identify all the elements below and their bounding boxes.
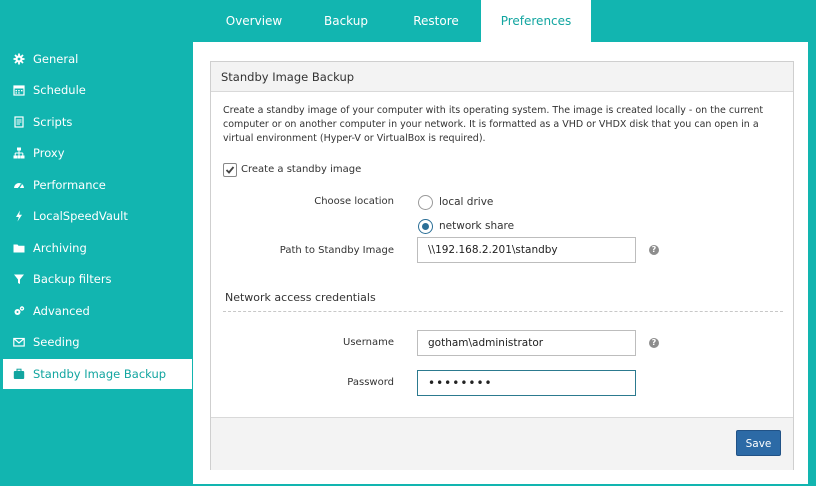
gear-icon <box>13 53 25 65</box>
right-edge-bar <box>808 0 816 486</box>
sidebar-item-archiving[interactable]: Archiving <box>3 233 192 263</box>
checkmark-icon <box>225 166 235 174</box>
path-input[interactable] <box>417 237 636 263</box>
password-input[interactable] <box>417 370 636 396</box>
sidebar-item-standby-image-backup[interactable]: Standby Image Backup <box>3 359 192 389</box>
network-share-label: network share <box>439 220 515 232</box>
credentials-section-label: Network access credentials <box>225 291 376 304</box>
envelope-icon <box>13 337 25 347</box>
standby-image-panel: Standby Image Backup Create a standby im… <box>210 61 794 470</box>
network-icon <box>13 147 25 159</box>
sidebar-item-advanced[interactable]: Advanced <box>3 296 192 326</box>
panel-description: Create a standby image of your computer … <box>223 105 764 144</box>
password-label: Password <box>347 377 394 388</box>
sidebar-item-label: Performance <box>33 178 106 192</box>
sidebar-item-label: Backup filters <box>33 272 112 286</box>
tab-backup[interactable]: Backup <box>300 0 392 42</box>
sidebar-item-label: General <box>33 52 79 66</box>
sidebar-item-performance[interactable]: Performance <box>3 170 192 200</box>
lightning-icon <box>16 210 22 222</box>
sidebar-item-label: Standby Image Backup <box>33 367 167 381</box>
document-icon <box>14 116 24 128</box>
tab-preferences[interactable]: Preferences <box>481 0 591 42</box>
choose-location-label: Choose location <box>314 196 394 207</box>
sidebar-item-schedule[interactable]: Schedule <box>3 75 192 105</box>
sidebar-item-localspeedvault[interactable]: LocalSpeedVault <box>3 201 192 231</box>
panel-title: Standby Image Backup <box>221 70 355 84</box>
sidebar-item-seeding[interactable]: Seeding <box>3 327 192 357</box>
sidebar-item-backup-filters[interactable]: Backup filters <box>3 264 192 294</box>
sidebar-item-label: Scripts <box>33 115 73 129</box>
username-help-icon[interactable]: ? <box>649 338 659 348</box>
sidebar-item-label: Schedule <box>33 83 86 97</box>
gauge-icon <box>14 183 24 189</box>
sidebar-item-general[interactable]: General <box>3 44 192 74</box>
sidebar-item-proxy[interactable]: Proxy <box>3 138 192 168</box>
tab-overview[interactable]: Overview <box>208 0 300 42</box>
path-help-icon[interactable]: ? <box>649 245 659 255</box>
radio-selected-dot <box>422 223 429 230</box>
local-drive-label: local drive <box>439 196 494 208</box>
sidebar-item-label: Advanced <box>33 304 90 318</box>
briefcase-icon <box>13 368 25 379</box>
path-label: Path to Standby Image <box>279 245 394 256</box>
sidebar-item-label: Proxy <box>33 146 65 160</box>
local-drive-radio[interactable] <box>418 195 433 210</box>
calendar-icon <box>13 85 25 96</box>
folder-icon <box>13 244 25 253</box>
tab-restore[interactable]: Restore <box>392 0 480 42</box>
sidebar-item-label: LocalSpeedVault <box>33 209 128 223</box>
panel-footer: Save <box>211 417 793 470</box>
top-navigation: Overview Backup Restore Preferences <box>0 0 816 42</box>
section-divider <box>223 311 783 312</box>
sidebar-item-label: Archiving <box>33 241 87 255</box>
network-share-radio[interactable] <box>418 219 433 234</box>
gears-icon <box>14 306 25 315</box>
username-label: Username <box>343 337 394 348</box>
username-input[interactable] <box>417 330 636 356</box>
sidebar-item-scripts[interactable]: Scripts <box>3 107 192 137</box>
save-button[interactable]: Save <box>736 430 781 456</box>
sidebar-item-label: Seeding <box>33 335 80 349</box>
create-standby-checkbox[interactable] <box>223 163 237 177</box>
panel-header: Standby Image Backup <box>211 62 793 92</box>
create-standby-label: Create a standby image <box>241 164 362 175</box>
sidebar: General Schedule Scripts Proxy Performan… <box>0 42 193 486</box>
filter-icon <box>14 274 24 284</box>
